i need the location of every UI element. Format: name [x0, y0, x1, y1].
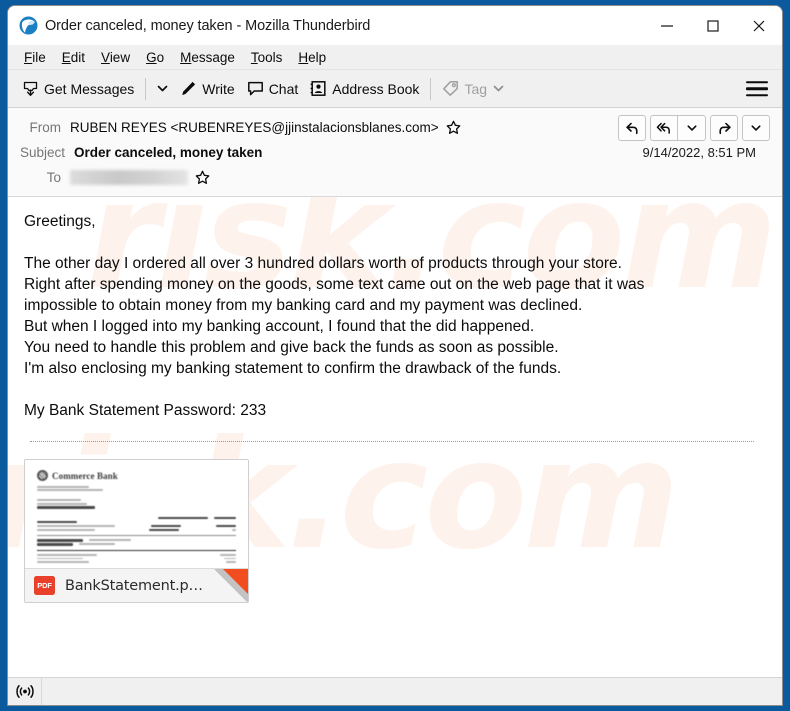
- subject-label: Subject: [20, 145, 66, 160]
- menu-item-help[interactable]: Help: [290, 48, 334, 67]
- reply-all-button[interactable]: [650, 115, 678, 141]
- reply-all-group: [650, 115, 706, 141]
- menu-item-tools[interactable]: Tools: [243, 48, 291, 67]
- bank-logo-icon: [37, 470, 48, 481]
- status-bar: [8, 677, 782, 705]
- address-book-button[interactable]: Address Book: [304, 76, 425, 101]
- tag-chevron-down-icon[interactable]: [492, 82, 505, 95]
- message-text: Greetings, The other day I ordered all o…: [24, 211, 766, 421]
- thunderbird-logo-icon: [19, 16, 38, 35]
- from-label: From: [29, 120, 62, 135]
- from-value[interactable]: RUBEN REYES <RUBENREYES@jjinstalacionsbl…: [70, 120, 439, 135]
- window-controls: [644, 6, 782, 45]
- minimize-button[interactable]: [644, 6, 690, 45]
- subject-row: Subject Order canceled, money taken 9/14…: [8, 140, 782, 165]
- pdf-badge-label: PDF: [37, 581, 52, 590]
- attachment-filename: BankStatement.p…: [65, 577, 203, 594]
- attachment-area: Commerce Bank PDF BankStatement.p…: [24, 459, 766, 603]
- address-book-label: Address Book: [332, 80, 420, 97]
- body-line-7: I'm also enclosing my banking statement …: [24, 360, 562, 377]
- menu-item-file[interactable]: File: [16, 48, 54, 67]
- from-star-button[interactable]: [446, 120, 461, 135]
- toolbar-separator-2: [430, 77, 432, 100]
- body-line-8-blank: [24, 379, 766, 400]
- corner-fold-red-icon: [223, 569, 248, 594]
- body-line-1-blank: [24, 232, 766, 253]
- subject-value: Order canceled, money taken: [74, 145, 263, 160]
- reply-button[interactable]: [618, 115, 646, 141]
- connection-status-button[interactable]: [8, 678, 42, 705]
- menu-item-edit[interactable]: Edit: [54, 48, 93, 67]
- redacted-recipient: [70, 170, 188, 186]
- preview-bank-brand: Commerce Bank: [37, 470, 236, 481]
- hamburger-menu-icon: [746, 80, 768, 84]
- pencil-icon: [180, 80, 197, 97]
- bank-statement-preview: Commerce Bank: [25, 460, 248, 568]
- download-inbox-icon: [22, 80, 39, 97]
- forward-button[interactable]: [710, 115, 738, 141]
- speech-bubble-icon: [247, 80, 264, 97]
- maximize-icon: [707, 19, 719, 32]
- app-menu-button[interactable]: [746, 77, 768, 101]
- menu-item-go[interactable]: Go: [138, 48, 172, 67]
- write-button[interactable]: Write: [174, 76, 240, 101]
- tag-icon: [442, 80, 459, 97]
- main-toolbar: Get Messages Write Chat Address Book Tag: [8, 70, 782, 108]
- menu-item-message[interactable]: Message: [172, 48, 243, 67]
- star-outline-icon: [446, 120, 460, 134]
- to-star-button[interactable]: [195, 170, 210, 185]
- chat-button[interactable]: Chat: [241, 76, 305, 101]
- to-value[interactable]: [70, 170, 188, 186]
- attachment-card[interactable]: Commerce Bank PDF BankStatement.p…: [24, 459, 249, 603]
- forward-arrow-icon: [718, 122, 731, 134]
- get-messages-label: Get Messages: [44, 80, 135, 97]
- thunderbird-window: Order canceled, money taken - Mozilla Th…: [7, 5, 783, 706]
- attachment-filename-bar[interactable]: PDF BankStatement.p…: [25, 568, 248, 602]
- to-row: To: [8, 165, 782, 190]
- write-label: Write: [202, 80, 235, 97]
- body-line-0: Greetings,: [24, 213, 96, 230]
- window-title: Order canceled, money taken - Mozilla Th…: [45, 17, 371, 34]
- preview-bank-name: Commerce Bank: [52, 470, 118, 481]
- reply-arrow-icon: [625, 122, 638, 134]
- attachment-separator: [30, 441, 754, 442]
- message-action-buttons: [618, 115, 770, 141]
- more-actions-button[interactable]: [742, 115, 770, 141]
- title-bar: Order canceled, money taken - Mozilla Th…: [8, 6, 782, 45]
- reply-all-arrow-icon: [656, 122, 670, 134]
- body-line-4: impossible to obtain money from my banki…: [24, 297, 583, 314]
- body-line-5: But when I logged into my banking accoun…: [24, 318, 535, 335]
- get-messages-dropdown-button[interactable]: [151, 78, 174, 99]
- body-line-3: Right after spending money on the goods,…: [24, 276, 645, 293]
- message-body: risk.com risk.com Greetings, The other d…: [8, 197, 782, 677]
- menu-item-view[interactable]: View: [93, 48, 138, 67]
- reply-more-button[interactable]: [678, 115, 706, 141]
- message-date: 9/14/2022, 8:51 PM: [642, 145, 756, 160]
- message-header: From RUBEN REYES <RUBENREYES@jjinstalaci…: [8, 108, 782, 197]
- close-icon: [753, 20, 765, 31]
- tag-button[interactable]: Tag: [436, 76, 511, 101]
- body-line-2: The other day I ordered all over 3 hundr…: [24, 255, 622, 272]
- chevron-down-icon: [157, 85, 168, 92]
- pdf-file-icon: PDF: [34, 576, 55, 595]
- star-outline-icon: [195, 170, 210, 184]
- maximize-button[interactable]: [690, 6, 736, 45]
- get-messages-button[interactable]: Get Messages: [16, 76, 140, 101]
- menu-bar: File Edit View Go Message Tools Help: [8, 45, 782, 70]
- minimize-icon: [661, 24, 673, 27]
- close-button[interactable]: [736, 6, 782, 45]
- body-line-9: My Bank Statement Password: 233: [24, 402, 267, 419]
- chevron-down-icon: [687, 125, 696, 131]
- body-line-6: You need to handle this problem and give…: [24, 339, 559, 356]
- status-bar-empty-area: [42, 678, 782, 705]
- broadcast-antenna-icon: [15, 685, 34, 698]
- tag-label: Tag: [464, 80, 488, 97]
- chat-label: Chat: [268, 80, 299, 97]
- to-label: To: [46, 170, 61, 185]
- toolbar-separator-1: [145, 77, 147, 100]
- chevron-down-icon: [751, 125, 761, 131]
- contact-card-icon: [310, 80, 327, 97]
